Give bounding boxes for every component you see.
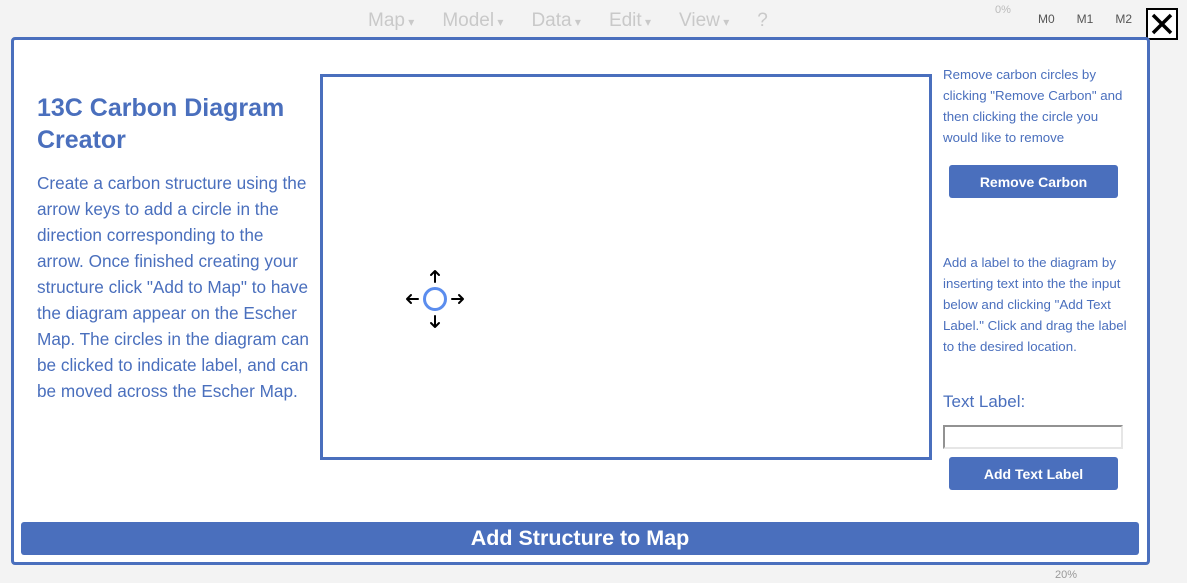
carbon-circle [423,287,447,311]
bg-menu-map: Map [368,10,414,32]
add-text-label-button[interactable]: Add Text Label [949,457,1118,490]
bg-col-m0: M0 [1038,12,1055,26]
modal-description: Create a carbon structure using the arro… [37,173,309,401]
bg-menu-model: Model [442,10,503,32]
bg-columns: M0 M1 M2 [1038,12,1132,26]
bg-menu-edit: Edit [609,10,651,32]
modal-title: 13C Carbon Diagram Creator [37,94,285,154]
carbon-diagram-modal: 13C Carbon Diagram Creator Create a carb… [11,37,1150,565]
bg-menu-data: Data [531,10,581,32]
close-button[interactable] [1146,8,1178,40]
bg-menu-view: View [679,10,729,32]
close-icon [1151,13,1173,35]
bg-bottom-stat: 20% [1055,569,1078,581]
add-structure-button[interactable]: Add Structure to Map [21,522,1139,555]
move-arrows-icon [406,270,464,328]
label-help-text: Add a label to the diagram by inserting … [943,255,1127,354]
bg-stats: 0% [995,4,1011,16]
bg-col-m2: M2 [1115,12,1133,26]
background-menubar: Map Model Data Edit View ? [368,10,768,32]
bg-col-m1: M1 [1076,12,1094,26]
carbon-cursor[interactable] [403,267,467,331]
diagram-canvas[interactable] [320,74,932,460]
text-label-caption: Text Label: [943,392,1026,411]
remove-carbon-button[interactable]: Remove Carbon [949,165,1118,198]
bg-menu-help: ? [757,10,768,31]
text-label-input[interactable] [943,425,1123,449]
remove-help-text: Remove carbon circles by clicking "Remov… [943,67,1123,145]
